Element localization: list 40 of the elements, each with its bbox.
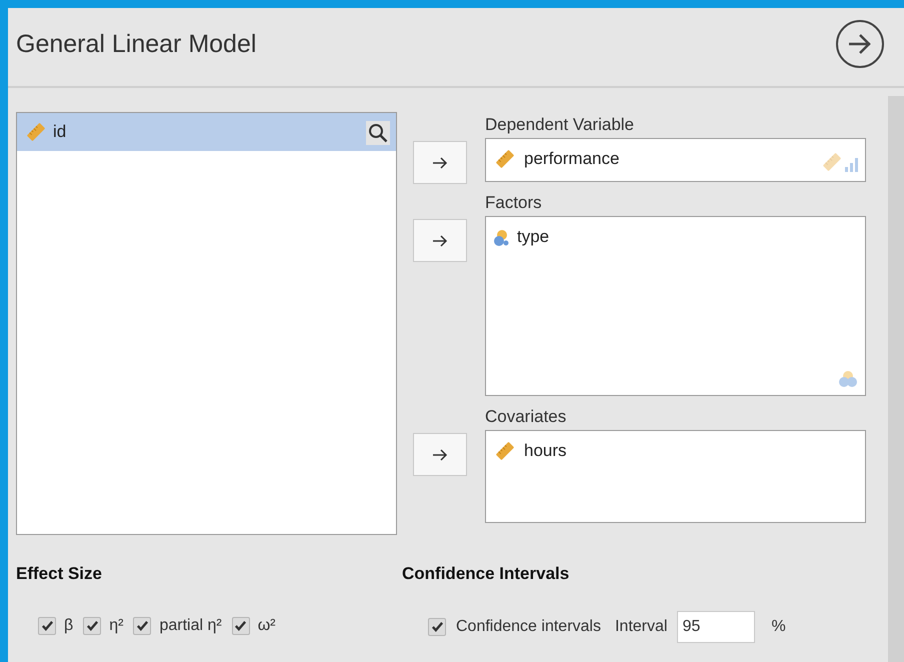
check-icon xyxy=(86,619,99,632)
interval-label: Interval xyxy=(614,616,668,636)
run-button[interactable] xyxy=(836,20,884,68)
move-button[interactable] xyxy=(413,141,467,184)
nominal-icon xyxy=(494,228,509,246)
target-label: Factors xyxy=(485,192,543,214)
arrow-icon xyxy=(432,234,448,246)
variable-item[interactable]: performance xyxy=(486,139,865,179)
option-label: η² xyxy=(109,616,124,636)
check-icon xyxy=(430,620,444,633)
target-label: Covariates xyxy=(485,406,568,428)
checkbox[interactable] xyxy=(38,616,56,634)
option-label: ω² xyxy=(258,616,276,636)
variable-item[interactable]: id xyxy=(17,113,396,151)
unit-label: % xyxy=(771,616,786,636)
checkbox[interactable] xyxy=(83,616,102,634)
search-icon[interactable] xyxy=(366,121,390,145)
bars-icon xyxy=(845,158,859,173)
check-icon xyxy=(40,619,54,632)
option-label: Confidence intervals xyxy=(456,616,601,636)
arrow-icon xyxy=(432,156,448,168)
section-heading: Effect Size xyxy=(16,563,103,585)
interval-field[interactable]: 95 xyxy=(677,610,756,642)
target-label: Dependent Variable xyxy=(485,114,636,136)
arrow-icon xyxy=(847,33,873,55)
move-button[interactable] xyxy=(413,433,467,476)
checkbox[interactable] xyxy=(232,616,250,634)
option-label: β xyxy=(64,616,74,636)
checkbox[interactable] xyxy=(133,616,152,634)
move-button[interactable] xyxy=(413,219,467,262)
variable-item[interactable]: hours xyxy=(486,431,865,471)
checkbox[interactable] xyxy=(428,618,446,636)
option-label: partial η² xyxy=(159,616,222,636)
check-icon xyxy=(136,619,149,632)
check-icon xyxy=(234,619,248,632)
arrow-icon xyxy=(432,448,448,460)
nominal-icon xyxy=(839,370,857,387)
window-title: General Linear Model xyxy=(16,29,256,60)
section-heading: Confidence Intervals xyxy=(402,563,570,585)
variable-item[interactable]: type xyxy=(486,217,865,257)
